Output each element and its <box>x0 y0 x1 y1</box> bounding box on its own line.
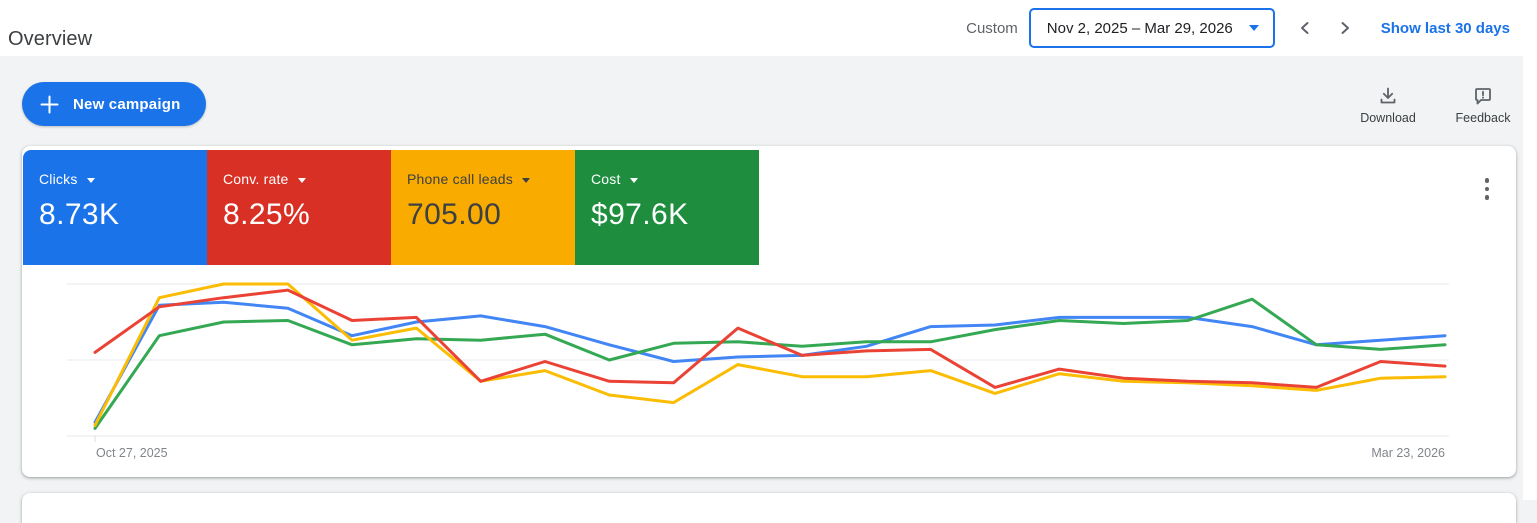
series-line-conv-rate <box>93 288 1447 389</box>
show-last-30-days-link[interactable]: Show last 30 days <box>1381 20 1510 37</box>
page-title: Overview <box>8 28 93 51</box>
chevron-down-icon <box>86 177 95 183</box>
scorecard-cost[interactable]: Cost $97.6K <box>575 150 759 265</box>
scorecard-metric-label: Clicks <box>39 171 78 187</box>
more-options-button[interactable] <box>1481 174 1494 204</box>
date-controls: Custom Nov 2, 2025 – Mar 29, 2026 Show l… <box>966 0 1510 56</box>
scorecard-value: $97.6K <box>591 198 689 231</box>
scorecard-metric-label: Phone call leads <box>407 171 513 187</box>
scorecard-value: 8.73K <box>39 198 120 231</box>
chevron-down-icon <box>297 177 306 183</box>
scorecard-conv-rate[interactable]: Conv. rate 8.25% <box>207 150 391 265</box>
plus-icon <box>40 95 59 113</box>
kebab-icon <box>1484 178 1489 183</box>
feedback-label: Feedback <box>1455 111 1511 125</box>
series-line-clicks <box>93 300 1447 424</box>
previous-period-button[interactable] <box>1289 12 1321 44</box>
card-actions: Download Feedback <box>1357 86 1514 125</box>
chevron-right-icon <box>1341 22 1349 34</box>
date-range-value: Nov 2, 2025 – Mar 29, 2026 <box>1046 19 1233 37</box>
top-bar: Overview Custom Nov 2, 2025 – Mar 29, 20… <box>0 0 1537 56</box>
download-label: Download <box>1360 111 1416 125</box>
date-range-selector[interactable]: Nov 2, 2025 – Mar 29, 2026 <box>1028 8 1275 48</box>
scorecard-metric-label: Cost <box>591 171 621 187</box>
new-campaign-button[interactable]: New campaign <box>22 82 207 126</box>
download-button[interactable]: Download <box>1357 86 1419 125</box>
scorecard-phone-call-leads[interactable]: Phone call leads 705.00 <box>391 150 575 265</box>
download-icon <box>1380 87 1396 104</box>
chevron-down-icon <box>521 177 530 183</box>
performance-chart: Oct 27, 2025 Mar 23, 2026 <box>67 282 1449 460</box>
feedback-button[interactable]: Feedback <box>1452 86 1514 125</box>
date-mode-label: Custom <box>966 19 1018 37</box>
chevron-down-icon <box>629 177 638 183</box>
next-section-card <box>22 493 1516 523</box>
scorecard-metric-label: Conv. rate <box>223 171 289 187</box>
scorecard-row: Clicks 8.73K Conv. rate 8.25% Phone call lea… <box>23 150 759 265</box>
scorecard-value: 705.00 <box>407 198 502 231</box>
series-line-cost <box>93 297 1447 430</box>
x-axis-start-label: Oct 27, 2025 <box>96 446 168 460</box>
chevron-down-icon <box>1248 25 1259 31</box>
scorecard-value: 8.25% <box>223 198 311 231</box>
scrollbar-track[interactable] <box>1523 0 1537 500</box>
chevron-left-icon <box>1300 22 1309 34</box>
next-period-button[interactable] <box>1329 12 1361 44</box>
new-campaign-label: New campaign <box>73 95 181 113</box>
x-axis-end-label: Mar 23, 2026 <box>1371 446 1445 460</box>
scorecard-clicks[interactable]: Clicks 8.73K <box>23 150 207 265</box>
overview-card: Clicks 8.73K Conv. rate 8.25% Phone call lea… <box>22 146 1516 477</box>
feedback-icon <box>1475 88 1491 105</box>
